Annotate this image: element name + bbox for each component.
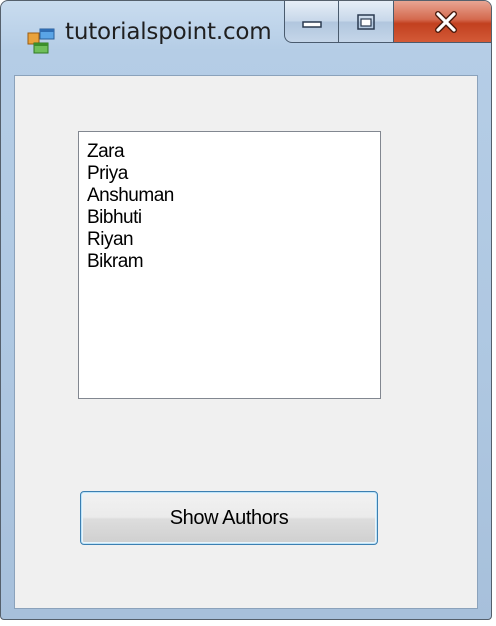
maximize-icon: [357, 13, 375, 30]
title-bar[interactable]: tutorialspoint.com: [1, 1, 491, 73]
window-title: tutorialspoint.com: [65, 19, 272, 45]
close-button[interactable]: [394, 1, 491, 43]
caption-buttons: [284, 1, 491, 43]
app-window: tutorialspoint.com Zara Priya Anshuman B…: [0, 0, 492, 620]
show-authors-button[interactable]: Show Authors: [80, 491, 378, 545]
minimize-icon: [301, 20, 322, 28]
list-item[interactable]: Bibhuti: [87, 207, 380, 229]
list-item[interactable]: Zara: [87, 141, 380, 163]
authors-listbox[interactable]: Zara Priya Anshuman Bibhuti Riyan Bikram: [78, 131, 381, 399]
list-item[interactable]: Riyan: [87, 229, 380, 251]
close-icon: [434, 10, 457, 33]
minimize-button[interactable]: [284, 1, 339, 43]
list-item[interactable]: Anshuman: [87, 185, 380, 207]
list-item[interactable]: Priya: [87, 163, 380, 185]
list-item[interactable]: Bikram: [87, 251, 380, 273]
form-client-area: Zara Priya Anshuman Bibhuti Riyan Bikram…: [14, 75, 478, 609]
maximize-button[interactable]: [339, 1, 394, 43]
form-app-icon: [27, 28, 55, 54]
